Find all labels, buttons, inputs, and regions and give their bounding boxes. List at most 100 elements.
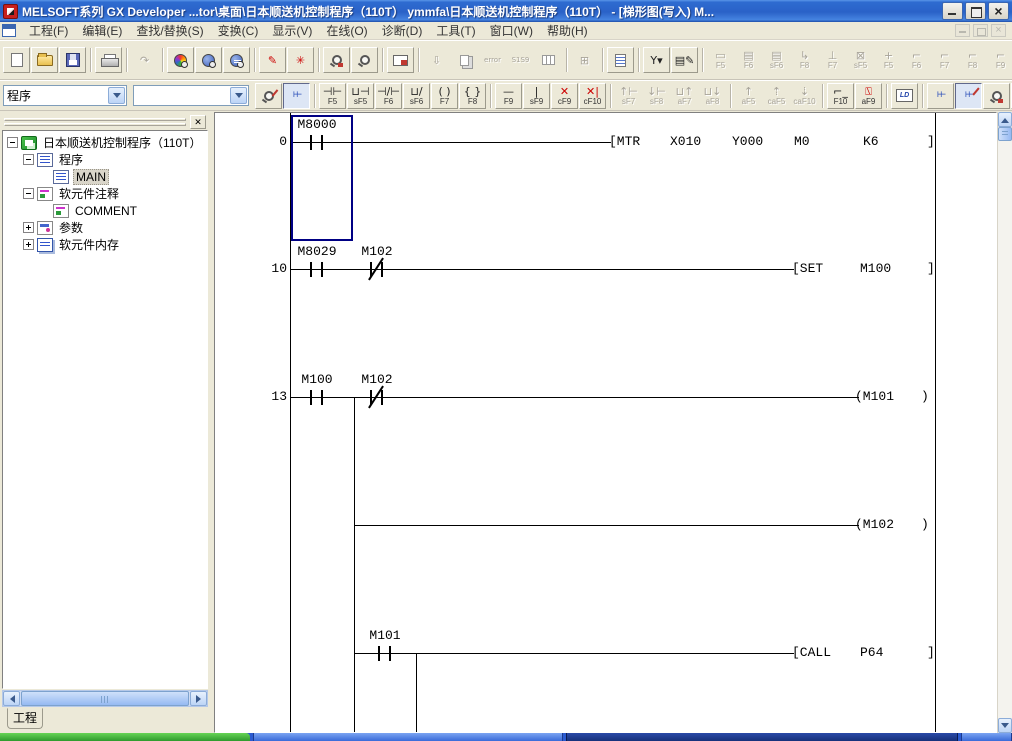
- menu-item[interactable]: 查找/替换(S): [129, 21, 210, 40]
- contact-M8029-bar[interactable]: [321, 262, 323, 277]
- menu-item[interactable]: 窗口(W): [483, 21, 540, 40]
- task-button-active-strip[interactable]: [566, 733, 958, 741]
- minimize-button[interactable]: [942, 2, 963, 20]
- panel-close-button[interactable]: ✕: [190, 115, 206, 129]
- close-button[interactable]: [988, 2, 1009, 20]
- close-branch-button[interactable]: ⊔/sF6: [403, 83, 430, 109]
- tree-expander-plus[interactable]: [23, 239, 34, 250]
- vertical-line-button[interactable]: |sF9: [523, 83, 550, 109]
- close-contact-button[interactable]: ⊣/⊢F6: [375, 83, 402, 109]
- instruction-part[interactable]: M0: [794, 134, 810, 149]
- program-combobox[interactable]: 程序: [3, 85, 127, 106]
- instruction-part[interactable]: P64: [860, 645, 883, 660]
- ladder-editor[interactable]: M8000M8029M102M100M102M101(M101)(M102)[M…: [214, 112, 997, 733]
- outline-display-button[interactable]: [927, 83, 954, 109]
- monitor-mode-button[interactable]: ✳: [287, 47, 314, 73]
- contact-M100-bar[interactable]: [321, 390, 323, 405]
- save-project-button[interactable]: [59, 47, 86, 73]
- instruction-part[interactable]: X010: [670, 134, 701, 149]
- delete-line-button[interactable]: ⍂aF9: [855, 83, 882, 109]
- mdi-child-icon[interactable]: [2, 24, 16, 37]
- tree-item-[interactable]: 程序: [5, 151, 207, 168]
- tree-expander-minus[interactable]: [23, 188, 34, 199]
- print-button[interactable]: [95, 47, 122, 73]
- open-contact-button[interactable]: ⊣⊢F5: [319, 83, 346, 109]
- contact-M101-bar[interactable]: [378, 646, 380, 661]
- coil-button[interactable]: ( )F7: [431, 83, 458, 109]
- menu-item[interactable]: 编辑(E): [75, 21, 129, 40]
- instruction-part[interactable]: ]: [927, 134, 935, 149]
- horizontal-line-button[interactable]: —F9: [495, 83, 522, 109]
- menu-item[interactable]: 工具(T): [429, 21, 482, 40]
- monitor-write-button[interactable]: ▤✎: [671, 47, 698, 73]
- comment-display-button[interactable]: [255, 83, 282, 109]
- task-button-strip[interactable]: [961, 733, 1012, 741]
- outline-edit-button[interactable]: [955, 83, 982, 109]
- instruction-part[interactable]: [CALL: [792, 645, 831, 660]
- restore-button[interactable]: [965, 2, 986, 20]
- combobox-dropdown-arrow[interactable]: [108, 87, 125, 104]
- vscroll-track[interactable]: [998, 141, 1012, 718]
- screen-switch-button[interactable]: [387, 47, 414, 73]
- instruction-part[interactable]: Y000: [732, 134, 763, 149]
- tree-item-main[interactable]: MAIN: [5, 168, 207, 185]
- find-instruction-button[interactable]: [195, 47, 222, 73]
- project-data-list-button[interactable]: [283, 83, 310, 109]
- mdi-close-button[interactable]: [991, 24, 1006, 37]
- contact-M100-bar[interactable]: [310, 390, 312, 405]
- tree-item-[interactable]: 软元件注释: [5, 185, 207, 202]
- instruction-part[interactable]: ]: [927, 261, 935, 276]
- contact-M102-bar[interactable]: [381, 262, 383, 277]
- scroll-left-button[interactable]: [3, 691, 20, 706]
- coil-M102[interactable]: (M102: [855, 517, 894, 532]
- instruction-part[interactable]: M100: [860, 261, 891, 276]
- scroll-up-button[interactable]: [998, 112, 1012, 127]
- tree-expander-minus[interactable]: [23, 154, 34, 165]
- scroll-down-button[interactable]: [998, 718, 1012, 733]
- mdi-minimize-button[interactable]: [955, 24, 970, 37]
- mdi-restore-button[interactable]: [973, 24, 988, 37]
- menu-item[interactable]: 显示(V): [265, 21, 319, 40]
- tree-item-[interactable]: 参数: [5, 219, 207, 236]
- hscroll-thumb[interactable]: [21, 691, 189, 706]
- menu-item[interactable]: 在线(O): [319, 21, 374, 40]
- instruction-part[interactable]: K6: [863, 134, 879, 149]
- device-combobox[interactable]: [133, 85, 249, 106]
- zoom-in-button[interactable]: [351, 47, 378, 73]
- instruction-part[interactable]: [SET: [792, 261, 823, 276]
- zoom-out-button[interactable]: [323, 47, 350, 73]
- menu-item[interactable]: 诊断(D): [375, 21, 430, 40]
- open-project-button[interactable]: [31, 47, 58, 73]
- tree-item-110t[interactable]: 日本顺送机控制程序（110T）: [5, 134, 207, 151]
- ladder-list-toggle-button[interactable]: LD: [891, 83, 918, 109]
- combobox-dropdown-arrow[interactable]: [230, 87, 247, 104]
- menu-item[interactable]: 变换(C): [211, 21, 266, 40]
- new-project-button[interactable]: [3, 47, 30, 73]
- project-tab[interactable]: 工程: [7, 708, 43, 729]
- start-button-strip[interactable]: [0, 733, 250, 741]
- vscroll-thumb[interactable]: [998, 127, 1012, 141]
- tree-item-[interactable]: 软元件内存: [5, 236, 207, 253]
- delete-vline-button[interactable]: ✕|cF10: [579, 83, 606, 109]
- task-button-strip[interactable]: [253, 733, 563, 741]
- find-step-button[interactable]: [223, 47, 250, 73]
- title-bar[interactable]: MELSOFT系列 GX Developer ...tor\桌面\日本顺送机控制…: [0, 0, 1012, 22]
- application-instruction-button[interactable]: { }F8: [459, 83, 486, 109]
- list-display-button[interactable]: [607, 47, 634, 73]
- panel-drag-grip[interactable]: [4, 118, 186, 126]
- tree-expander-minus[interactable]: [7, 137, 18, 148]
- contact-M102-bar[interactable]: [381, 390, 383, 405]
- menu-item[interactable]: 工程(F): [22, 21, 75, 40]
- contact-M101-bar[interactable]: [389, 646, 391, 661]
- scroll-right-button[interactable]: [190, 691, 207, 706]
- menu-item[interactable]: 帮助(H): [540, 21, 595, 40]
- contact-M8029-bar[interactable]: [310, 262, 312, 277]
- device-test-button[interactable]: Y▾: [643, 47, 670, 73]
- delete-hline-button[interactable]: ✕cF9: [551, 83, 578, 109]
- find-monitor-button[interactable]: [983, 83, 1010, 109]
- tree-item-comment[interactable]: COMMENT: [5, 202, 207, 219]
- coil-M101[interactable]: (M101: [855, 389, 894, 404]
- open-branch-button[interactable]: ⊔⊣sF5: [347, 83, 374, 109]
- find-device-button[interactable]: [167, 47, 194, 73]
- instruction-part[interactable]: [MTR: [609, 134, 640, 149]
